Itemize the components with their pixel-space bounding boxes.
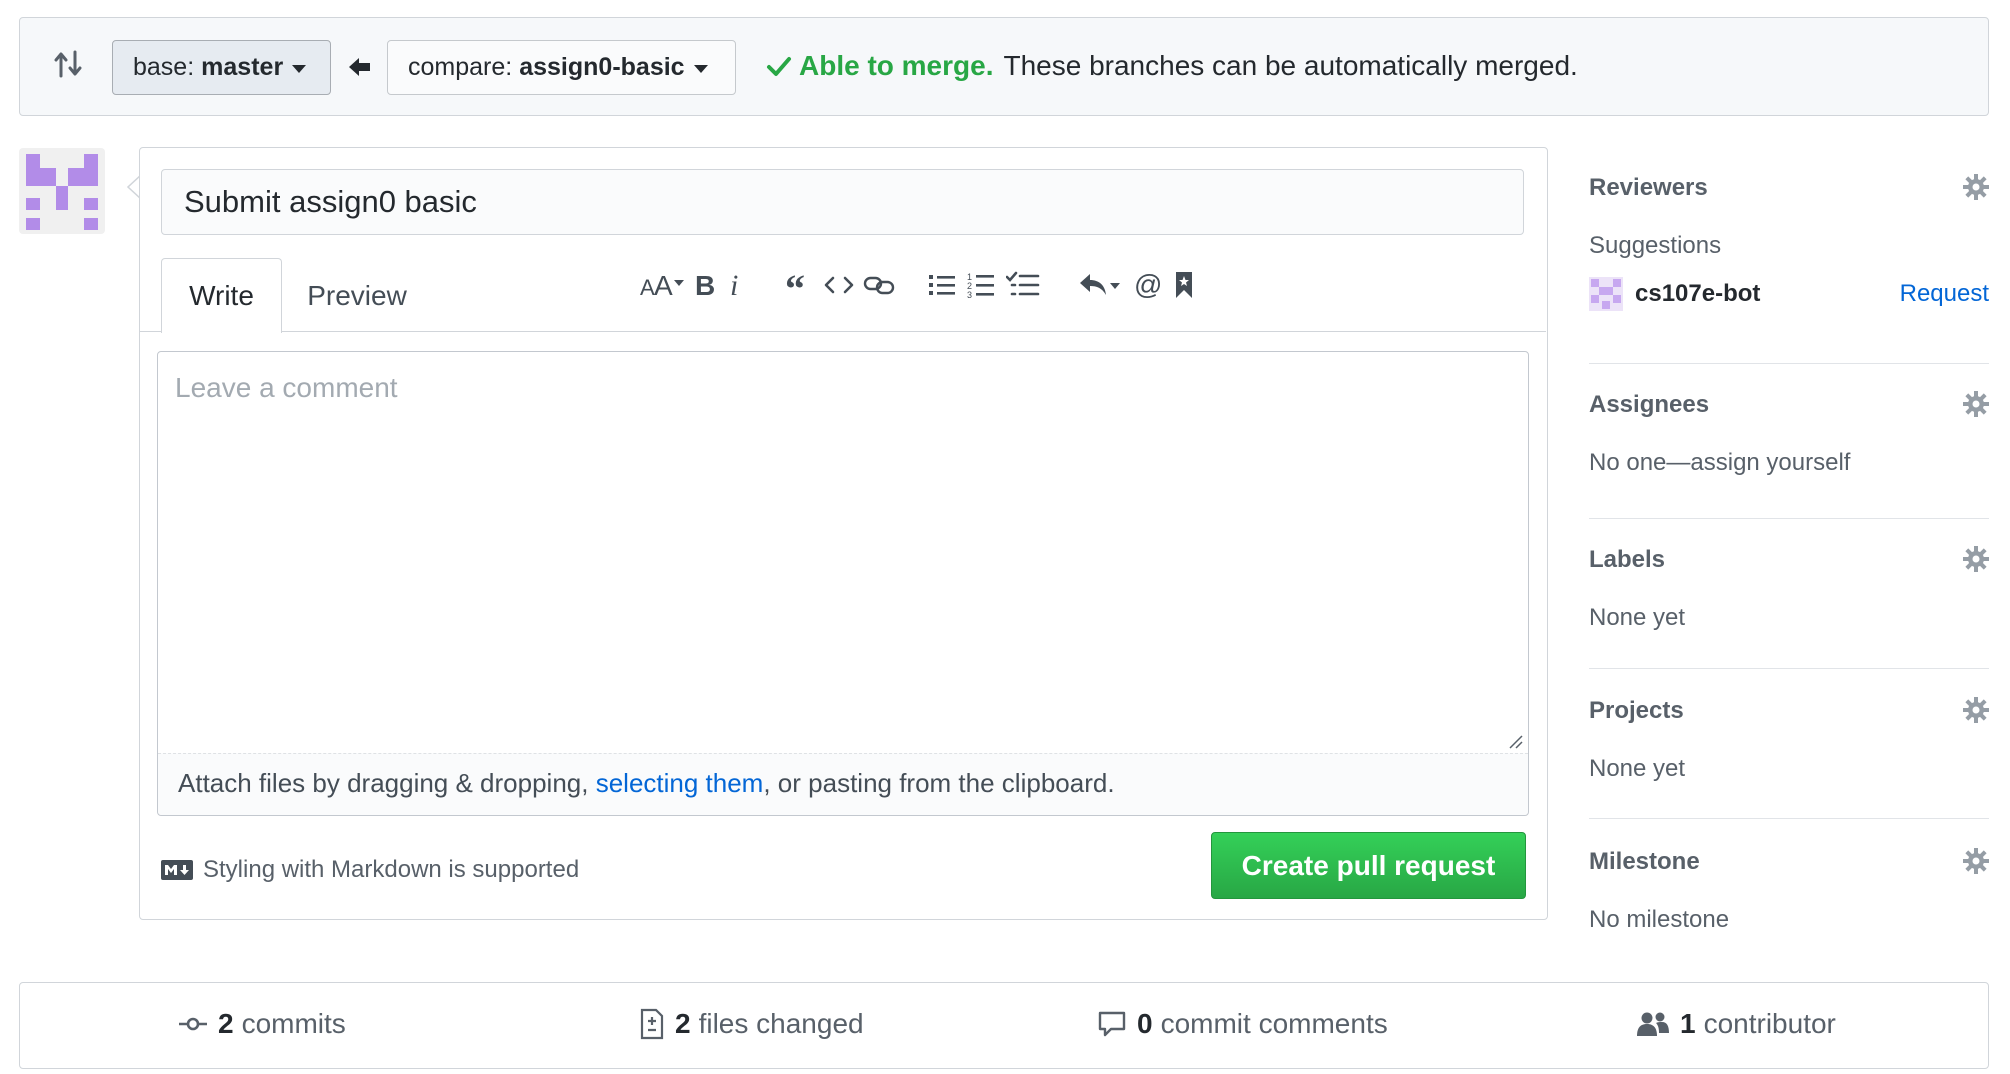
markdown-icon [161, 860, 193, 880]
assignees-heading[interactable]: Assignees [1589, 391, 1709, 419]
attach-text-after: , or pasting from the clipboard. [763, 768, 1115, 798]
projects-gear-icon[interactable] [1963, 697, 1989, 723]
reply-icon[interactable] [1077, 265, 1125, 305]
identicon-icon [26, 154, 98, 230]
sidebar-divider [1589, 668, 1989, 669]
svg-text:A: A [640, 275, 655, 300]
commits-stat[interactable]: 2 commits [178, 1008, 346, 1040]
user-avatar[interactable] [19, 148, 105, 234]
resize-handle-icon[interactable] [1506, 732, 1524, 750]
stats-bar: 2 commits 2 files changed 0 commit comme… [19, 982, 1989, 1069]
link-icon[interactable] [861, 265, 897, 305]
reviewers-gear-icon[interactable] [1963, 174, 1989, 200]
ordered-list-icon[interactable]: 123 [965, 265, 997, 305]
files-count: 2 [675, 1008, 691, 1039]
select-files-link[interactable]: selecting them [596, 768, 764, 798]
bot-avatar [1589, 277, 1623, 311]
projects-value: None yet [1589, 755, 1686, 782]
create-pull-request-button[interactable]: Create pull request [1211, 832, 1526, 899]
svg-text:i: i [730, 270, 738, 300]
sidebar-divider [1589, 518, 1989, 519]
tab-preview[interactable]: Preview [292, 258, 422, 333]
text-size-icon[interactable]: AA [639, 265, 689, 305]
assignees-section: Assignees No one—assign yourself [1589, 391, 1989, 481]
contributors-label: contributor [1703, 1008, 1836, 1039]
base-branch-prefix: base: [133, 53, 195, 81]
milestone-gear-icon[interactable] [1963, 848, 1989, 874]
base-branch-name: master [201, 53, 284, 81]
compare-arrows-icon [54, 50, 82, 78]
base-branch-select[interactable]: base: master [112, 40, 331, 95]
svg-text:A: A [654, 270, 673, 300]
comment-box: Attach files by dragging & dropping, sel… [157, 351, 1529, 816]
merge-message: These branches can be automatically merg… [1003, 50, 1578, 81]
comments-count: 0 [1137, 1008, 1153, 1039]
pull-request-form: Write Preview AA B i “ 123 @ Attach file… [139, 147, 1548, 920]
commit-comments-stat[interactable]: 0 commit comments [1097, 1008, 1388, 1040]
check-icon [767, 57, 791, 76]
files-changed-stat[interactable]: 2 files changed [639, 1008, 864, 1040]
reviewer-name[interactable]: cs107e-bot [1635, 280, 1760, 308]
markdown-note-text: Styling with Markdown is supported [203, 856, 580, 883]
comments-label: commit comments [1160, 1008, 1388, 1039]
compare-branch-select[interactable]: compare: assign0-basic [387, 40, 736, 95]
pr-title-input[interactable] [161, 169, 1524, 235]
reviewers-section: Reviewers Suggestions cs107e-bot Request [1589, 174, 1989, 311]
bookmark-icon[interactable] [1173, 265, 1195, 305]
merge-status: Able to merge. These branches can be aut… [765, 50, 1578, 82]
italic-icon[interactable]: i [726, 265, 746, 305]
milestone-value: No milestone [1589, 906, 1730, 933]
code-icon[interactable] [822, 265, 856, 305]
svg-text:@: @ [1134, 270, 1162, 300]
labels-heading[interactable]: Labels [1589, 546, 1665, 574]
attach-files-bar[interactable]: Attach files by dragging & dropping, sel… [158, 753, 1528, 815]
reviewers-heading[interactable]: Reviewers [1589, 174, 1708, 202]
suggested-reviewer: cs107e-bot Request [1589, 277, 1989, 311]
unordered-list-icon[interactable] [926, 265, 958, 305]
compare-branch-prefix: compare: [408, 53, 513, 81]
milestone-section: Milestone No milestone [1589, 848, 1989, 938]
suggestions-label: Suggestions [1589, 232, 1722, 259]
projects-section: Projects None yet [1589, 697, 1989, 787]
assignees-gear-icon[interactable] [1963, 391, 1989, 417]
comment-textarea[interactable] [158, 352, 1528, 752]
comment-icon [1098, 1011, 1126, 1037]
sidebar-divider [1589, 818, 1989, 819]
caret-down-icon [693, 65, 708, 73]
bold-icon[interactable]: B [692, 265, 718, 305]
labels-value: None yet [1589, 604, 1686, 631]
contributors-count: 1 [1680, 1008, 1696, 1039]
task-list-icon[interactable] [1005, 265, 1041, 305]
assignees-value[interactable]: No one—assign yourself [1589, 449, 1850, 477]
labels-gear-icon[interactable] [1963, 546, 1989, 572]
merge-ok-text: Able to merge. [799, 50, 994, 81]
milestone-heading[interactable]: Milestone [1589, 848, 1700, 876]
commits-count: 2 [218, 1008, 234, 1039]
svg-text:B: B [695, 270, 715, 300]
mention-icon[interactable]: @ [1132, 265, 1164, 305]
markdown-note[interactable]: Styling with Markdown is supported [161, 856, 579, 884]
svg-text:“: “ [785, 270, 805, 300]
file-diff-icon [640, 1008, 664, 1040]
quote-icon[interactable]: “ [784, 265, 816, 305]
arrow-left-icon [349, 58, 370, 76]
projects-heading[interactable]: Projects [1589, 697, 1684, 725]
request-review-link[interactable]: Request [1900, 280, 1989, 308]
commit-icon [179, 1017, 207, 1031]
tab-write[interactable]: Write [161, 258, 282, 333]
compare-branch-name: assign0-basic [519, 53, 685, 81]
sidebar-divider [1589, 363, 1989, 364]
svg-text:3: 3 [967, 290, 972, 299]
commits-label: commits [241, 1008, 346, 1039]
attach-text-before: Attach files by dragging & dropping, [178, 768, 596, 798]
compare-bar: base: master compare: assign0-basic Able… [19, 17, 1989, 116]
files-label: files changed [698, 1008, 864, 1039]
caret-down-icon [292, 65, 307, 73]
contributors-stat[interactable]: 1 contributor [1636, 1008, 1836, 1040]
labels-section: Labels None yet [1589, 546, 1989, 636]
people-icon [1637, 1012, 1669, 1036]
